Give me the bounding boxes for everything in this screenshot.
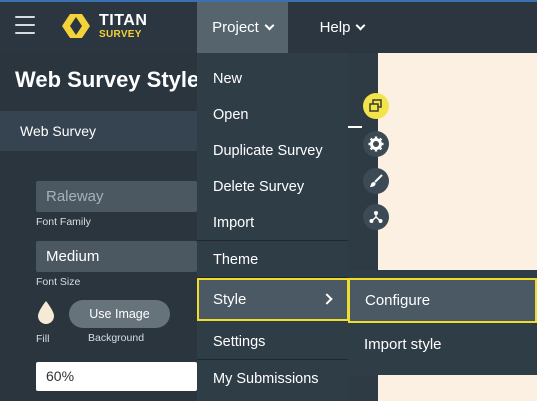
- titan-logo-icon: [62, 14, 90, 38]
- menu-item-new[interactable]: New: [197, 61, 348, 97]
- opacity-input[interactable]: 60%: [36, 362, 197, 391]
- submenu-item-configure-label: Configure: [365, 292, 431, 309]
- font-family-select[interactable]: Raleway: [36, 181, 197, 212]
- project-menu: New Open Duplicate Survey Delete Survey …: [197, 53, 348, 401]
- fill-caption: Fill: [36, 333, 50, 345]
- font-size-select[interactable]: Medium: [36, 241, 197, 272]
- droplet-icon[interactable]: [36, 300, 56, 324]
- menu-item-duplicate-survey[interactable]: Duplicate Survey: [197, 133, 348, 169]
- brand-sub: SURVEY: [99, 29, 142, 40]
- menu-item-my-submissions[interactable]: My Submissions: [197, 361, 348, 397]
- layers-icon[interactable]: [363, 93, 389, 119]
- menu-item-delete-survey[interactable]: Delete Survey: [197, 169, 348, 205]
- menu-divider: [197, 359, 348, 360]
- page-title: Web Survey Style: [15, 67, 200, 92]
- chevron-right-icon: [321, 293, 333, 305]
- gear-icon[interactable]: [363, 131, 389, 157]
- use-image-button[interactable]: Use Image: [69, 300, 170, 328]
- brand: TITAN SURVEY: [99, 12, 147, 40]
- menu-item-import[interactable]: Import: [197, 205, 348, 241]
- nav-help[interactable]: Help: [304, 2, 380, 53]
- menu-item-theme[interactable]: Theme: [197, 242, 348, 278]
- font-family-caption: Font Family: [36, 216, 91, 228]
- brand-name: TITAN: [99, 12, 148, 29]
- nav-project[interactable]: Project: [197, 2, 288, 53]
- left-panel: Web Survey Style Web Survey Raleway Font…: [0, 53, 200, 401]
- menu-icon[interactable]: [15, 16, 35, 34]
- section-web-survey[interactable]: Web Survey: [0, 111, 197, 151]
- panel-divider: [348, 126, 362, 128]
- share-icon[interactable]: [363, 204, 389, 230]
- brush-icon[interactable]: [363, 168, 389, 194]
- menu-item-settings[interactable]: Settings: [197, 324, 348, 360]
- background-caption: Background: [88, 332, 145, 344]
- top-bar: TITAN SURVEY Project Help: [0, 0, 537, 53]
- font-size-caption: Font Size: [36, 276, 81, 288]
- submenu-item-import-style[interactable]: Import style: [364, 336, 442, 353]
- chevron-down-icon: [355, 20, 366, 30]
- section-label: Web Survey: [20, 123, 96, 139]
- menu-divider: [197, 240, 348, 241]
- nav-project-label: Project: [212, 19, 259, 36]
- menu-item-style-label: Style: [213, 291, 247, 308]
- chevron-down-icon: [264, 20, 275, 30]
- menu-item-open[interactable]: Open: [197, 97, 348, 133]
- menu-item-style[interactable]: Style: [197, 278, 349, 321]
- submenu-item-configure[interactable]: Configure: [348, 278, 537, 323]
- nav-help-label: Help: [319, 19, 351, 36]
